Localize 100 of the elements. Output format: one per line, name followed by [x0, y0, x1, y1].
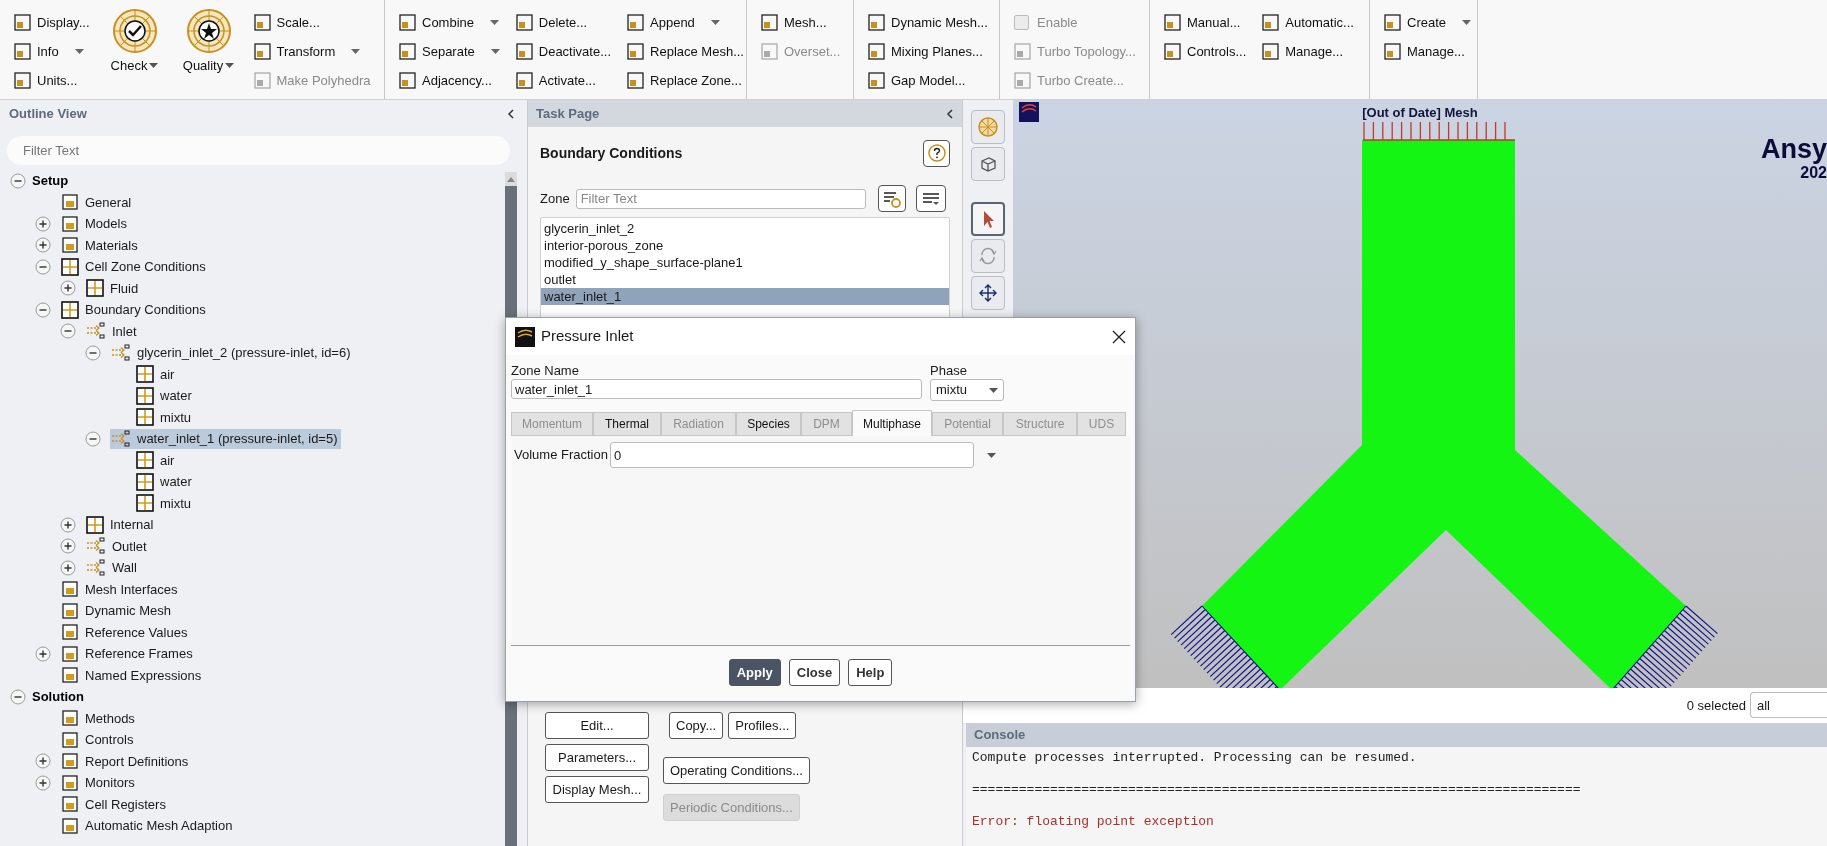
filter-button[interactable] — [877, 185, 906, 212]
list-item[interactable]: water_inlet_1 — [541, 288, 949, 305]
tree-item[interactable]: air — [135, 364, 178, 385]
ribbon-button[interactable]: Replace Zone... — [627, 66, 744, 95]
caret-icon[interactable] — [74, 49, 84, 54]
ribbon-button[interactable]: Delete... — [515, 8, 612, 37]
tree-item[interactable]: water — [135, 471, 195, 492]
tree-item[interactable]: Materials — [60, 235, 141, 256]
chevron-left-icon[interactable] — [946, 108, 954, 119]
ribbon-button[interactable]: Scale... — [253, 8, 371, 37]
ribbon-button[interactable]: Create — [1384, 8, 1472, 37]
expand-icon[interactable] — [35, 645, 51, 662]
caret-icon[interactable] — [986, 452, 996, 458]
ribbon-button[interactable]: Replace Mesh... — [627, 37, 744, 66]
ribbon-button[interactable]: Transform — [253, 37, 371, 66]
list-menu-button[interactable] — [915, 185, 946, 212]
collapse-icon[interactable] — [60, 323, 76, 340]
number-field[interactable]: 0 — [609, 442, 974, 468]
filter-field[interactable]: Filter Text — [575, 188, 866, 209]
tree-item[interactable]: Cell Zone Conditions — [60, 256, 209, 277]
tree-item[interactable]: Reference Values — [60, 622, 191, 643]
expand-icon[interactable] — [60, 538, 76, 555]
collapse-icon[interactable] — [10, 172, 26, 189]
tree-item[interactable]: Fluid — [85, 278, 142, 299]
ribbon-button[interactable]: Separate — [399, 37, 500, 66]
list-item[interactable]: glycerin_inlet_2 — [541, 220, 949, 237]
tree-item[interactable]: Inlet — [85, 321, 140, 342]
caret-icon[interactable] — [1462, 20, 1472, 25]
tree-item[interactable]: Monitors — [60, 772, 138, 793]
collapse-icon[interactable] — [85, 430, 101, 447]
ribbon-button[interactable]: Activate... — [515, 66, 612, 95]
ribbon-button[interactable]: Quality — [179, 8, 238, 76]
tree-item[interactable]: Reference Frames — [60, 643, 196, 664]
action-button[interactable]: Parameters... — [545, 744, 649, 771]
expand-icon[interactable] — [35, 774, 51, 791]
dropdown[interactable]: mixtu — [930, 379, 1004, 401]
tree-item[interactable]: Internal — [85, 514, 157, 535]
tree-item[interactable]: Methods — [60, 708, 138, 729]
ribbon-button[interactable]: Manage... — [1262, 37, 1354, 66]
tab[interactable]: Species — [736, 412, 801, 436]
tree-item[interactable]: Dynamic Mesh — [60, 600, 174, 621]
collapse-icon[interactable] — [35, 258, 51, 275]
close-icon[interactable] — [1112, 329, 1126, 344]
tree-item[interactable]: Wall — [85, 557, 140, 578]
dialog-button[interactable]: Help — [848, 659, 893, 686]
scroll-up-icon[interactable] — [507, 176, 515, 182]
tree-item[interactable]: water — [135, 385, 195, 406]
list-item[interactable]: interior-porous_zone — [541, 237, 949, 254]
caret-icon[interactable] — [490, 49, 500, 54]
tree-item[interactable]: Automatic Mesh Adaption — [60, 815, 236, 836]
tree-item[interactable]: Named Expressions — [60, 665, 205, 686]
ribbon-button[interactable]: Combine — [399, 8, 500, 37]
ribbon-button[interactable]: Info — [14, 37, 90, 66]
ribbon-button[interactable]: Manage... — [1384, 37, 1472, 66]
expand-icon[interactable] — [60, 516, 76, 533]
tree-item[interactable]: Mesh Interfaces — [60, 579, 181, 600]
dialog-button[interactable]: Apply — [728, 659, 781, 686]
ribbon-button[interactable]: Append — [627, 8, 744, 37]
caret-icon[interactable] — [490, 20, 500, 25]
tab[interactable]: Thermal — [593, 412, 661, 436]
action-button[interactable]: Operating Conditions... — [663, 757, 810, 784]
collapse-icon[interactable] — [35, 301, 51, 318]
help-button[interactable] — [923, 139, 950, 167]
toolbar-button[interactable] — [971, 276, 1005, 310]
ribbon-button[interactable]: Automatic... — [1262, 8, 1354, 37]
selection-filter-field[interactable]: all — [1750, 692, 1827, 719]
caret-icon[interactable] — [149, 63, 159, 69]
ribbon-button[interactable]: Manual... — [1164, 8, 1247, 37]
tree-item[interactable]: Cell Registers — [60, 794, 169, 815]
caret-icon[interactable] — [710, 20, 720, 25]
toolbar-button[interactable] — [971, 202, 1005, 236]
collapse-icon[interactable] — [10, 688, 26, 705]
ribbon-button[interactable]: Units... — [14, 66, 90, 95]
action-button[interactable]: Edit... — [545, 712, 649, 739]
ribbon-button[interactable]: Dynamic Mesh... — [868, 8, 988, 37]
ribbon-button[interactable]: Controls... — [1164, 37, 1247, 66]
tree-item[interactable]: mixtu — [135, 493, 195, 514]
tree-item[interactable]: mixtu — [135, 407, 195, 428]
dialog-button[interactable]: Close — [788, 659, 841, 686]
ribbon-button[interactable]: Mixing Planes... — [868, 37, 988, 66]
tree-item[interactable]: General — [60, 192, 135, 213]
chevron-left-icon[interactable] — [507, 109, 515, 119]
text-field[interactable]: water_inlet_1 — [511, 379, 922, 399]
tree-item[interactable]: air — [135, 450, 178, 471]
tree-item[interactable]: Report Definitions — [60, 751, 192, 772]
expand-icon[interactable] — [60, 280, 76, 297]
tree-item[interactable]: Models — [60, 213, 130, 234]
tree-item[interactable]: glycerin_inlet_2 (pressure-inlet, id=6) — [110, 342, 354, 363]
ribbon-button[interactable]: Mesh... — [761, 8, 841, 37]
ribbon-button[interactable]: Check — [105, 8, 164, 76]
ribbon-button[interactable]: Gap Model... — [868, 66, 988, 95]
action-button[interactable]: Profiles... — [728, 712, 797, 739]
list-item[interactable]: modified_y_shape_surface-plane1 — [541, 254, 949, 271]
action-button[interactable]: Copy... — [669, 712, 724, 739]
expand-icon[interactable] — [60, 559, 76, 576]
filter-field[interactable]: Filter Text — [7, 136, 510, 165]
ribbon-button[interactable]: Deactivate... — [515, 37, 612, 66]
toolbar-button[interactable] — [971, 147, 1005, 181]
ribbon-button[interactable]: Display... — [14, 8, 90, 37]
expand-icon[interactable] — [35, 215, 51, 232]
